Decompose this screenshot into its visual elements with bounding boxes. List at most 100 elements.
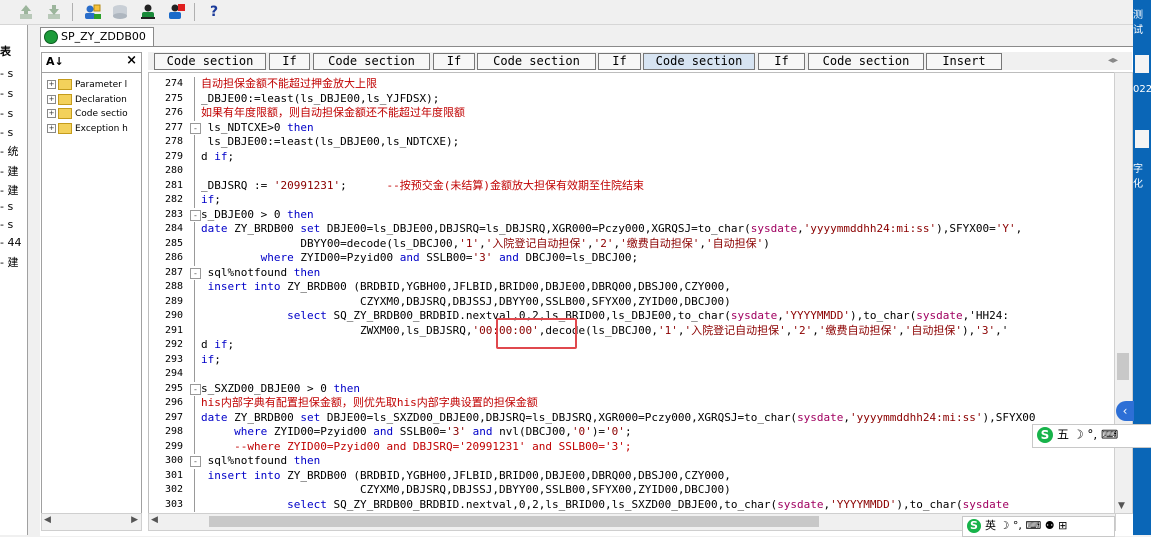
- code-line[interactable]: CZYXM0,DBJSRQ,DBJSSJ,DBYY00,SSLB00,SFYX0…: [201, 295, 731, 309]
- users-remove-icon[interactable]: [166, 2, 186, 22]
- tree-item[interactable]: + Parameter l: [47, 79, 141, 93]
- line-number: 278: [164, 136, 183, 147]
- users-icon[interactable]: [138, 2, 158, 22]
- code-line[interactable]: ls_DBJE00:=least(ls_DBJE00,ls_NDTCXE);: [201, 135, 460, 149]
- code-line[interactable]: d if;: [201, 338, 234, 352]
- desktop-label: 022: [1133, 84, 1151, 95]
- tree-item[interactable]: + Declaration: [47, 94, 141, 108]
- ime-toolbar[interactable]: S 五 ☽ °, ⌨: [1032, 424, 1151, 448]
- tab-code-section[interactable]: Code section: [477, 53, 596, 70]
- code-line[interactable]: DBYY00=decode(ls_DBCJ00,'1','入院登记自动担保','…: [201, 237, 770, 251]
- code-line[interactable]: sql%notfound then: [201, 454, 321, 468]
- list-item[interactable]: - s: [0, 218, 27, 234]
- code-line[interactable]: if;: [201, 193, 221, 207]
- ime-toolbar[interactable]: S 英 ☽ °, ⌨ ⚉ ⊞: [962, 516, 1115, 537]
- list-item[interactable]: - s: [0, 87, 27, 103]
- fold-toggle-icon[interactable]: -: [190, 267, 201, 279]
- line-number: 287: [164, 266, 183, 278]
- expand-icon[interactable]: +: [47, 80, 56, 89]
- expand-icon[interactable]: +: [47, 109, 56, 118]
- code-line[interactable]: date ZY_BRDB00 set DBJE00=ls_SXZD00_DBJE…: [201, 411, 1035, 425]
- fold-line: [194, 236, 195, 251]
- line-number-gutter: 274 275 276 277 278 279 280 281 282 283 284 285 286 2…: [149, 73, 187, 513]
- code-line[interactable]: s_DBJE00 > 0 then: [201, 208, 314, 222]
- sogou-logo-icon: S: [1037, 427, 1053, 443]
- add-icon[interactable]: [16, 2, 36, 22]
- code-line[interactable]: insert into ZY_BRDB00 (BRDBID,YGBH00,JFL…: [201, 469, 731, 483]
- collapse-arrow-icon[interactable]: ‹: [1116, 401, 1134, 421]
- code-line[interactable]: ZWXM00,ls_DBJSRQ,'00:00:00',decode(ls_DB…: [201, 324, 1008, 338]
- code-line[interactable]: where ZYID00=Pzyid00 and SSLB00='3' and …: [201, 425, 631, 439]
- code-line[interactable]: s_SXZD00_DBJE00 > 0 then: [201, 382, 360, 396]
- tree-item[interactable]: + Exception h: [47, 123, 141, 137]
- scroll-down-arrow[interactable]: ▼: [1118, 501, 1125, 511]
- code-line[interactable]: his内部字典有配置担保金额，则优先取his内部字典设置的担保金额: [201, 396, 538, 410]
- code-line[interactable]: _DBJE00:=least(ls_DBJE00,ls_YJFDSX);: [201, 92, 439, 106]
- line-number: 276: [164, 107, 183, 118]
- code-line[interactable]: 如果有年度限额，则自动担保金额还不能超过年度限额: [201, 106, 465, 120]
- scroll-left-arrow[interactable]: ◀: [151, 515, 158, 525]
- code-line[interactable]: if;: [201, 353, 221, 367]
- tab-code-section-active[interactable]: Code section: [643, 53, 755, 70]
- list-item[interactable]: - s: [0, 67, 27, 83]
- close-icon[interactable]: ×: [126, 53, 137, 68]
- scrollbar-thumb[interactable]: [1117, 353, 1129, 380]
- tree-horizontal-scrollbar[interactable]: ◀ ▶: [41, 513, 142, 531]
- scrollbar-thumb[interactable]: [209, 516, 819, 527]
- tab-if[interactable]: If: [598, 53, 641, 70]
- fold-toggle-icon[interactable]: -: [190, 122, 201, 134]
- tree-item[interactable]: + Code sectio: [47, 108, 141, 122]
- fold-toggle-icon[interactable]: -: [190, 456, 201, 467]
- list-item[interactable]: - 建: [0, 182, 27, 198]
- list-item[interactable]: - 建: [0, 254, 27, 270]
- code-line[interactable]: insert into ZY_BRDB00 (BRDBID,YGBH00,JFL…: [201, 280, 731, 294]
- list-item[interactable]: - 44: [0, 236, 27, 252]
- code-line[interactable]: where ZYID00=Pzyid00 and SSLB00='3' and …: [201, 251, 639, 265]
- tab-code-section[interactable]: Code section: [808, 53, 924, 70]
- fold-toggle-icon[interactable]: -: [190, 209, 201, 221]
- expand-icon[interactable]: +: [47, 124, 56, 133]
- ime-status-text[interactable]: 英 ☽ °, ⌨ ⚉ ⊞: [985, 519, 1067, 532]
- scroll-right-arrow[interactable]: ▶: [131, 515, 138, 525]
- fold-line: [194, 309, 195, 324]
- code-editor[interactable]: 274 275 276 277 278 279 280 281 282 283 284 285 286 2…: [148, 72, 1116, 514]
- tab-if[interactable]: If: [758, 53, 805, 70]
- code-line[interactable]: select SQ_ZY_BRDB00_BRDBID.nextval,0,2,l…: [201, 309, 1009, 323]
- list-item[interactable]: - s: [0, 200, 27, 216]
- scroll-left-arrow[interactable]: ◀: [44, 515, 51, 525]
- remove-icon[interactable]: [44, 2, 64, 22]
- desktop-file-icon[interactable]: [1135, 130, 1149, 148]
- code-line[interactable]: select SQ_ZY_BRDB00_BRDBID.nextval,0,2,l…: [201, 498, 1009, 512]
- sort-icon[interactable]: A↓: [46, 55, 64, 68]
- code-line[interactable]: 自动担保金额不能超过押金放大上限: [201, 77, 377, 91]
- code-line[interactable]: --where ZYID00=Pzyid00 and DBJSRQ='20991…: [201, 440, 631, 454]
- users-add-icon[interactable]: [82, 2, 102, 22]
- desktop-file-icon[interactable]: [1135, 55, 1149, 73]
- list-item[interactable]: - 统: [0, 143, 27, 159]
- list-item[interactable]: - s: [0, 107, 27, 123]
- code-line[interactable]: ls_NDTCXE>0 then: [201, 121, 314, 135]
- code-line[interactable]: date ZY_BRDB00 set DBJE00=ls_DBJE00,DBJS…: [201, 222, 1022, 236]
- code-line[interactable]: sql%notfound then: [201, 266, 321, 280]
- drive-icon[interactable]: [110, 2, 130, 22]
- code-line[interactable]: _DBJSRQ := '20991231'; --按预交金(未结算)金额放大担保…: [201, 179, 644, 193]
- help-icon[interactable]: ?: [204, 2, 224, 22]
- code-line[interactable]: CZYXM0,DBJSRQ,DBJSSJ,DBYY00,SSLB00,SFYX0…: [201, 483, 731, 497]
- line-number: 290: [164, 310, 183, 321]
- expand-icon[interactable]: +: [47, 95, 56, 104]
- fold-line: [194, 323, 195, 338]
- list-item[interactable]: - s: [0, 126, 27, 142]
- ime-status-text[interactable]: 五 ☽ °, ⌨: [1057, 428, 1118, 442]
- window-title: SP_ZY_ZDDB00: [61, 30, 146, 43]
- tab-code-section[interactable]: Code section: [154, 53, 266, 70]
- tab-scroll-arrows[interactable]: ◂▸: [1108, 55, 1118, 66]
- list-item[interactable]: - 建: [0, 163, 27, 179]
- line-number: 295: [164, 382, 183, 394]
- tab-insert[interactable]: Insert: [926, 53, 1002, 70]
- code-line[interactable]: d if;: [201, 150, 234, 164]
- tab-code-section[interactable]: Code section: [313, 53, 430, 70]
- tab-if[interactable]: If: [269, 53, 310, 70]
- window-tab[interactable]: SP_ZY_ZDDB00: [40, 27, 154, 46]
- fold-toggle-icon[interactable]: -: [190, 383, 201, 395]
- tab-if[interactable]: If: [433, 53, 475, 70]
